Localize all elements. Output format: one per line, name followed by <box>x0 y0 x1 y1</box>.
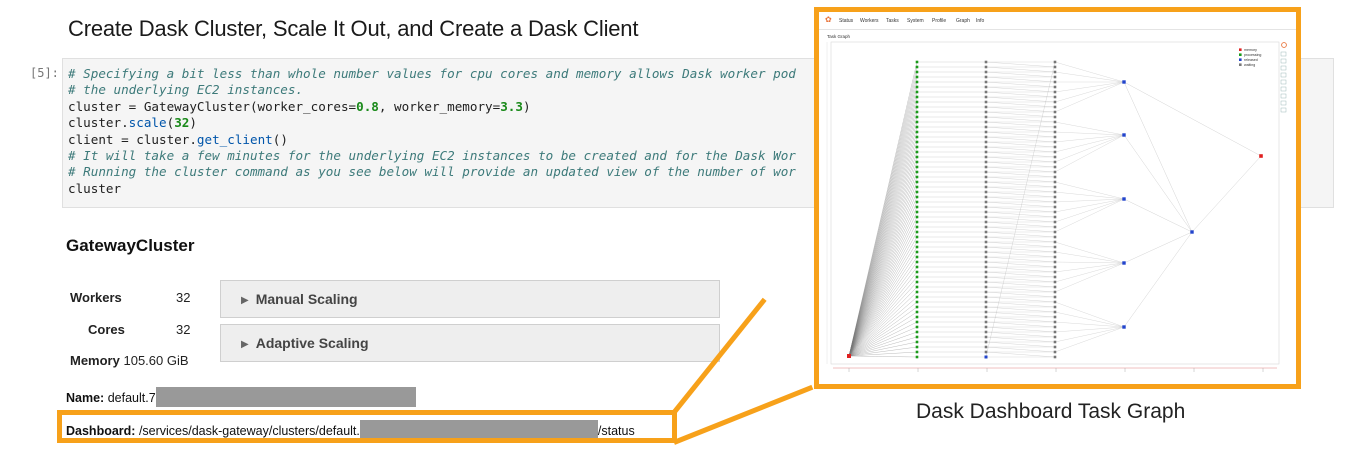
name-value: default.7 <box>107 391 156 405</box>
triangle-right-icon: ▶ <box>241 339 249 350</box>
code-line-4: cluster.scale(32) <box>68 115 197 131</box>
memory-stat: Memory 105.60 GiB <box>70 353 189 368</box>
cores-label: Cores <box>88 322 125 337</box>
triangle-right-icon: ▶ <box>241 295 249 306</box>
adaptive-scaling-accordion[interactable]: ▶ Adaptive Scaling <box>220 324 720 362</box>
workers-stat: Workers <box>70 290 122 305</box>
code-text[interactable]: # Specifying a bit less than whole numbe… <box>68 66 796 197</box>
code-line-5: client = cluster.get_client() <box>68 131 288 147</box>
code-line-6: # It will take a few minutes for the und… <box>68 148 796 164</box>
code-line-3: cluster = GatewayCluster(worker_cores=0.… <box>68 98 531 114</box>
gateway-cluster-title: GatewayCluster <box>66 236 195 255</box>
highlight-box-dashboard-preview <box>814 7 1301 389</box>
cluster-name-line: Name: default.7 <box>66 387 416 407</box>
highlight-box-dashboard <box>57 410 677 443</box>
memory-label: Memory <box>70 353 120 368</box>
section-heading: Create Dask Cluster, Scale It Out, and C… <box>68 16 639 41</box>
highlight-connector-bottom <box>673 384 814 445</box>
manual-scaling-accordion[interactable]: ▶ Manual Scaling <box>220 280 720 318</box>
name-label: Name: <box>66 391 105 405</box>
workers-label: Workers <box>70 290 122 305</box>
cell-prompt: [5]: <box>30 66 59 80</box>
memory-value: 105.60 GiB <box>123 353 189 368</box>
code-line-1: # Specifying a bit less than whole numbe… <box>68 66 796 81</box>
adaptive-scaling-label: Adaptive Scaling <box>255 335 369 351</box>
cores-stat: Cores <box>88 322 125 337</box>
redaction-bar <box>155 387 416 407</box>
workers-value: 32 <box>176 290 191 305</box>
code-line-7: # Running the cluster command as you see… <box>68 164 796 180</box>
image-caption: Dask Dashboard Task Graph <box>916 400 1186 423</box>
manual-scaling-label: Manual Scaling <box>255 291 358 307</box>
code-line-8: cluster <box>68 180 122 196</box>
code-line-2: # the underlying EC2 instances. <box>68 82 304 98</box>
cores-value: 32 <box>176 322 191 337</box>
